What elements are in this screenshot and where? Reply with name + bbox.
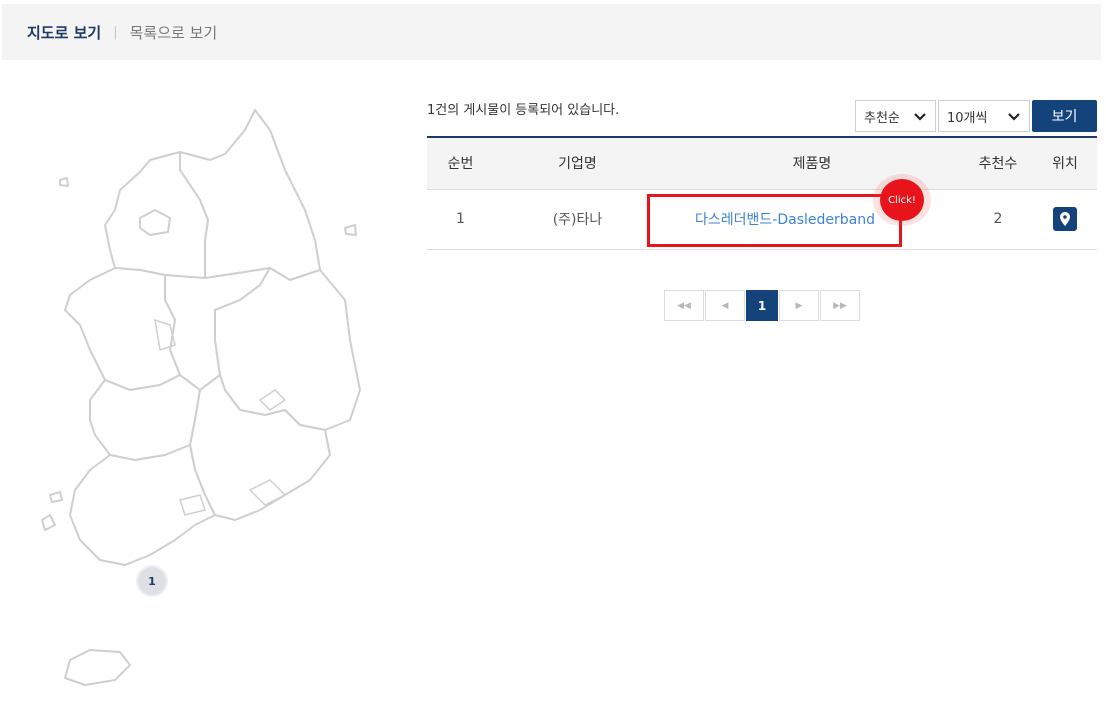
table-row: 1 (주)타나 다스레더밴드-Daslederband 2 [427,189,1097,250]
product-link[interactable]: 다스레더밴드-Daslederband [695,212,875,228]
click-badge: Click! [880,179,924,221]
island-2 [344,224,357,236]
island-4 [49,491,63,503]
sort-order-select[interactable]: 추천순 [855,100,936,132]
korea-map-outline [41,109,361,686]
view-mode-tabs: 지도로 보기 | 목록으로 보기 [2,4,1101,60]
table-header-row: 순번 기업명 제품명 추천수 위치 [427,137,1097,190]
island-1 [59,177,69,187]
view-button[interactable]: 보기 [1032,100,1097,132]
cell-company: (주)타나 [494,189,661,250]
location-button[interactable] [1053,207,1077,231]
company-product-table: 순번 기업명 제품명 추천수 위치 1 (주)타나 다스레더밴드-Daslede… [427,136,1097,250]
cell-location [1033,189,1097,250]
page-current-button[interactable]: 1 [746,290,778,321]
region-jeonnam [69,444,216,566]
chevron-down-icon [914,113,926,121]
header-no: 순번 [427,137,494,190]
header-recommend: 추천수 [963,137,1033,190]
tab-separator: | [113,24,118,40]
korea-region-map[interactable]: 1 [30,100,380,698]
tab-list-view[interactable]: 목록으로 보기 [130,22,218,43]
page-next-button[interactable]: ▶ [779,290,819,321]
result-count-text: 1건의 게시물이 등록되어 있습니다. [427,103,620,118]
map-pin-icon [1060,212,1070,226]
header-company: 기업명 [494,137,661,190]
tab-map-view[interactable]: 지도로 보기 [27,22,101,43]
cell-recommend: 2 [963,189,1033,250]
region-chungnam [64,267,181,391]
island-3 [41,514,56,531]
map-cluster-marker[interactable]: 1 [136,565,168,597]
per-page-select[interactable]: 10개씩 [938,100,1030,132]
page-last-button[interactable]: ▶▶ [820,290,860,321]
page-prev-button[interactable]: ◀ [705,290,745,321]
sort-order-value: 추천순 [864,110,900,126]
page-first-button[interactable]: ◀◀ [664,290,704,321]
header-location: 위치 [1033,137,1097,190]
cell-no: 1 [427,189,494,250]
region-jeju [64,649,131,686]
chevron-down-icon [1008,113,1020,121]
pagination: ◀◀ ◀ 1 ▶ ▶▶ [664,290,861,321]
per-page-value: 10개씩 [947,110,988,126]
